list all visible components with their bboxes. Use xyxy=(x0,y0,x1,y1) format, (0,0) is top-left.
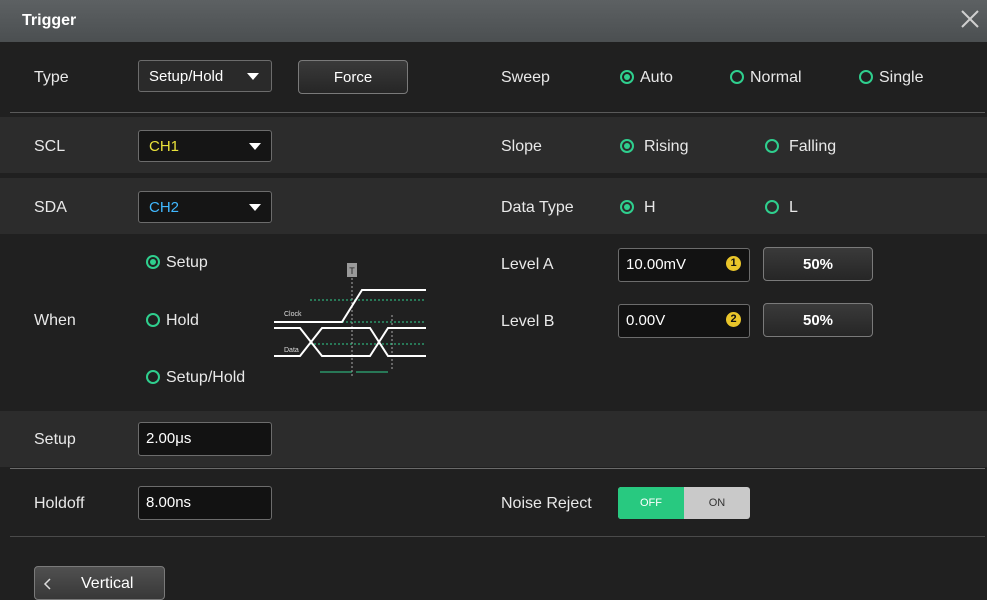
chevron-down-icon xyxy=(249,143,261,150)
vertical-back-label: Vertical xyxy=(81,575,134,592)
level-a-badge: 1 xyxy=(726,256,741,271)
close-icon[interactable] xyxy=(959,8,981,30)
noise-reject-toggle[interactable]: OFF ON xyxy=(618,487,750,519)
radio-unchecked-icon xyxy=(146,370,160,384)
level-b-value: 0.00V xyxy=(626,312,666,329)
sweep-auto-label: Auto xyxy=(640,69,673,86)
setup-hold-timing-diagram: T Clock Data xyxy=(274,263,426,376)
noise-reject-label: Noise Reject xyxy=(501,495,592,512)
type-label: Type xyxy=(34,69,69,86)
holdoff-label: Holdoff xyxy=(34,495,85,512)
type-select[interactable]: Setup/Hold xyxy=(138,60,272,92)
chevron-down-icon xyxy=(247,73,259,80)
divider xyxy=(10,536,985,537)
trigger-dialog: Trigger Type Setup/Hold Force Sweep Auto… xyxy=(0,0,987,600)
level-b-badge: 2 xyxy=(726,312,741,327)
when-hold-label: Hold xyxy=(166,312,199,329)
radio-unchecked-icon xyxy=(859,70,873,84)
scl-select-value: CH1 xyxy=(149,138,180,155)
data-type-h-label: H xyxy=(644,199,656,216)
sda-select-value: CH2 xyxy=(149,199,180,216)
radio-checked-icon xyxy=(146,255,160,269)
level-b-label: Level B xyxy=(501,313,555,330)
radio-checked-icon xyxy=(620,70,634,84)
sweep-normal-label: Normal xyxy=(750,69,802,86)
when-setup-label: Setup xyxy=(166,254,208,271)
radio-unchecked-icon xyxy=(146,313,160,327)
sda-label: SDA xyxy=(34,199,67,216)
data-type-l-radio[interactable]: L xyxy=(765,199,798,217)
vertical-back-button[interactable]: Vertical xyxy=(34,566,165,600)
slope-label: Slope xyxy=(501,138,542,155)
divider xyxy=(10,468,985,469)
sweep-single-label: Single xyxy=(879,69,924,86)
when-hold-radio[interactable]: Hold xyxy=(146,312,199,330)
data-type-l-label: L xyxy=(789,199,798,216)
scl-label: SCL xyxy=(34,138,66,155)
when-setup-radio[interactable]: Setup xyxy=(146,254,208,272)
slope-rising-label: Rising xyxy=(644,138,689,155)
when-setup-hold-radio[interactable]: Setup/Hold xyxy=(146,369,245,387)
level-a-input[interactable]: 10.00mV 1 xyxy=(618,248,750,282)
sweep-normal-radio[interactable]: Normal xyxy=(730,69,802,87)
scl-select[interactable]: CH1 xyxy=(138,130,272,162)
radio-checked-icon xyxy=(620,200,634,214)
when-setup-hold-label: Setup/Hold xyxy=(166,369,246,386)
slope-falling-radio[interactable]: Falling xyxy=(765,138,836,156)
level-a-value: 10.00mV xyxy=(626,256,687,273)
chevron-left-icon xyxy=(43,578,51,590)
clock-label: Clock xyxy=(284,311,302,318)
holdoff-input[interactable]: 8.00ns xyxy=(138,486,272,520)
data-type-label: Data Type xyxy=(501,199,574,216)
sweep-label: Sweep xyxy=(501,69,550,86)
type-select-value: Setup/Hold xyxy=(149,68,224,85)
level-a-50-button[interactable]: 50% xyxy=(763,247,873,281)
radio-unchecked-icon xyxy=(765,139,779,153)
radio-unchecked-icon xyxy=(765,200,779,214)
divider xyxy=(10,112,985,113)
when-label: When xyxy=(34,312,76,329)
dialog-title: Trigger xyxy=(22,12,77,29)
data-label: Data xyxy=(284,347,299,354)
sweep-auto-radio[interactable]: Auto xyxy=(620,69,673,87)
data-type-h-radio[interactable]: H xyxy=(620,199,656,217)
sda-select[interactable]: CH2 xyxy=(138,191,272,223)
title-bar: Trigger xyxy=(0,0,987,42)
level-b-50-button[interactable]: 50% xyxy=(763,303,873,337)
level-b-input[interactable]: 0.00V 2 xyxy=(618,304,750,338)
trigger-marker-text: T xyxy=(349,266,355,276)
chevron-down-icon xyxy=(249,204,261,211)
slope-rising-radio[interactable]: Rising xyxy=(620,138,688,156)
level-a-label: Level A xyxy=(501,256,554,273)
noise-reject-on: ON xyxy=(708,497,726,509)
radio-unchecked-icon xyxy=(730,70,744,84)
sweep-single-radio[interactable]: Single xyxy=(859,69,923,87)
setup-label: Setup xyxy=(34,431,76,448)
setup-time-input[interactable]: 2.00μs xyxy=(138,422,272,456)
radio-checked-icon xyxy=(620,139,634,153)
force-button[interactable]: Force xyxy=(298,60,408,94)
noise-reject-off: OFF xyxy=(618,487,684,519)
slope-falling-label: Falling xyxy=(789,138,837,155)
